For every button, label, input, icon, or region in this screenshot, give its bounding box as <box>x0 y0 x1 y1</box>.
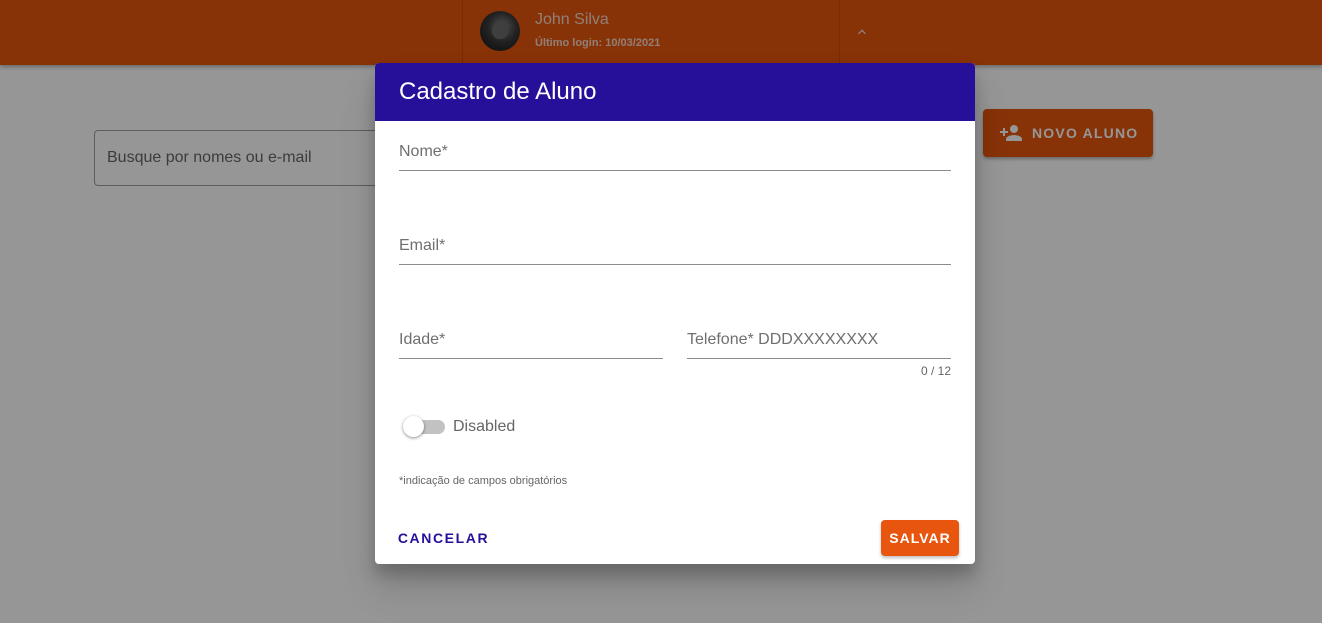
required-fields-note: *indicação de campos obrigatórios <box>399 475 568 487</box>
email-field[interactable] <box>399 221 951 265</box>
phone-input[interactable] <box>687 315 951 358</box>
toggle-label: Disabled <box>453 418 516 435</box>
name-input[interactable] <box>399 127 951 170</box>
student-registration-dialog: Cadastro de Aluno 0 / 12 Disabled *indic… <box>375 63 975 564</box>
status-toggle[interactable]: Disabled <box>403 415 547 439</box>
phone-char-counter: 0 / 12 <box>920 364 951 378</box>
toggle-track[interactable] <box>403 416 445 437</box>
dialog-title: Cadastro de Aluno <box>375 63 975 121</box>
save-button[interactable]: SALVAR <box>881 520 959 556</box>
age-field[interactable] <box>399 315 663 359</box>
phone-field[interactable] <box>687 315 951 359</box>
age-input[interactable] <box>399 315 663 358</box>
name-field[interactable] <box>399 127 951 171</box>
email-input[interactable] <box>399 221 951 264</box>
toggle-thumb[interactable] <box>403 416 424 437</box>
cancel-button[interactable]: CANCELAR <box>391 520 496 556</box>
